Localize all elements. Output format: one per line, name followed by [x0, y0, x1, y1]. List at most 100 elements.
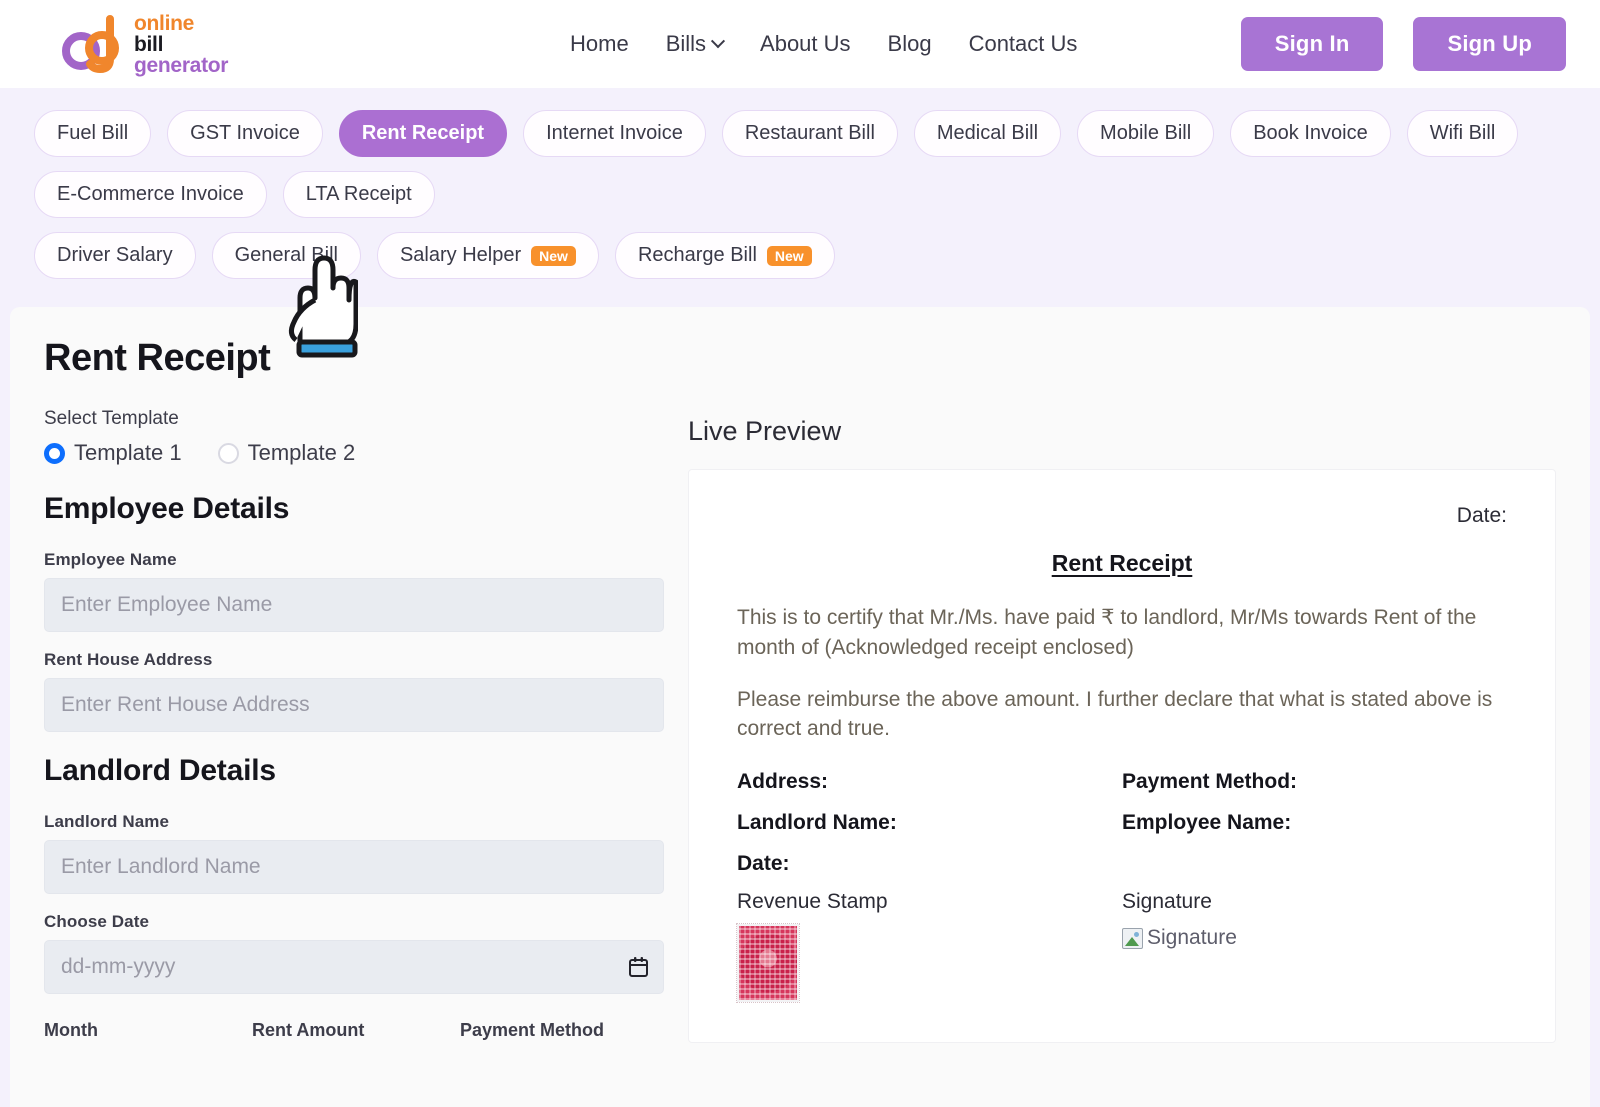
- chip-label: General Bill: [234, 244, 338, 266]
- bill-type-chip-bar: Fuel Bill GST Invoice Rent Receipt Internet…: [0, 88, 1600, 358]
- preview-document-title: Rent Receipt: [1051, 550, 1193, 576]
- landlord-name-label: Landlord Name: [44, 812, 170, 831]
- preview-column: Live Preview Date: Rent Receipt This is …: [688, 408, 1556, 1044]
- chip-label: Driver Salary: [57, 244, 173, 266]
- form-column: Select Template Template 1 Template 2 Em…: [44, 408, 664, 1043]
- nav-item-bills[interactable]: Bills: [665, 31, 726, 57]
- landlord-name-field: Landlord Name: [44, 812, 664, 894]
- preview-payment-method-label: Payment Method:: [1122, 770, 1298, 794]
- chip-label: Mobile Bill: [1100, 122, 1192, 144]
- chip-label: Restaurant Bill: [744, 122, 875, 144]
- chip-gst-invoice[interactable]: GST Invoice: [167, 110, 323, 157]
- radio-template-2[interactable]: [217, 442, 239, 464]
- sign-up-button[interactable]: Sign Up: [1413, 17, 1566, 71]
- employee-name-field: Employee Name: [44, 550, 664, 632]
- chip-label: Internet Invoice: [546, 122, 683, 144]
- sign-in-button[interactable]: Sign In: [1240, 17, 1384, 71]
- chip-lta-receipt[interactable]: LTA Receipt: [282, 171, 435, 218]
- chip-mobile-bill[interactable]: Mobile Bill: [1077, 110, 1215, 157]
- chip-e-commerce-invoice[interactable]: E-Commerce Invoice: [34, 171, 267, 218]
- preview-paragraph-2: Please reimburse the above amount. I fur…: [737, 687, 1493, 741]
- template-option-1-label: Template 1: [74, 440, 182, 465]
- landlord-details-heading: Landlord Details: [44, 754, 276, 787]
- rent-table-header: Month Rent Amount Payment Method: [44, 1020, 664, 1041]
- preview-landlord-name-label: Landlord Name:: [737, 811, 897, 835]
- new-badge: New: [766, 245, 812, 266]
- logo-text-generator: generator: [134, 53, 229, 77]
- chip-row-2: Driver Salary General Bill Salary Helper Ne…: [34, 232, 1566, 279]
- preview-detail-grid: Address: Payment Method: Landlord Name: …: [737, 770, 1507, 876]
- nav-item-blog[interactable]: Blog: [888, 31, 932, 57]
- calendar-icon[interactable]: [629, 957, 648, 977]
- employee-name-input[interactable]: [44, 578, 664, 632]
- template-radio-group: Template 1 Template 2: [44, 440, 664, 466]
- chip-general-bill[interactable]: General Bill: [211, 232, 361, 279]
- chip-rent-receipt[interactable]: Rent Receipt: [338, 110, 508, 157]
- page-title: Rent Receipt: [44, 337, 271, 379]
- signature-block: Signature Signature: [1122, 890, 1507, 1002]
- nav-item-bills-label: Bills: [665, 31, 707, 56]
- chip-salary-helper[interactable]: Salary Helper New: [376, 232, 599, 279]
- chip-label: Recharge Bill: [637, 244, 757, 266]
- logo-text-bill: bill: [134, 32, 164, 56]
- nav-item-blog-label: Blog: [887, 31, 932, 56]
- main-navigation: Home Bills About Us Blog Contact Us: [570, 31, 1077, 57]
- template-option-2[interactable]: Template 2: [217, 440, 356, 466]
- main-content-card: Rent Receipt Select Template Template 1 …: [10, 307, 1590, 1107]
- preview-signature-row: Revenue Stamp Signature Signature: [736, 890, 1507, 1004]
- chip-label: E-Commerce Invoice: [57, 183, 244, 205]
- chip-medical-bill[interactable]: Medical Bill: [913, 110, 1062, 157]
- nav-item-about-us-label: About Us: [760, 31, 851, 56]
- nav-item-contact-us[interactable]: Contact Us: [969, 31, 1078, 57]
- signature-label: Signature: [1122, 890, 1212, 914]
- live-preview-heading: Live Preview: [688, 416, 842, 446]
- chip-label: LTA Receipt: [305, 183, 412, 205]
- select-template-label: Select Template: [44, 408, 179, 429]
- new-badge: New: [531, 245, 576, 266]
- site-logo[interactable]: online bill generator: [60, 13, 360, 76]
- chip-recharge-bill[interactable]: Recharge Bill New: [614, 232, 835, 279]
- rent-house-address-label: Rent House Address: [44, 650, 213, 669]
- rent-house-address-field: Rent House Address: [44, 650, 664, 732]
- chip-driver-salary[interactable]: Driver Salary: [34, 232, 196, 279]
- chip-book-invoice[interactable]: Book Invoice: [1230, 110, 1391, 157]
- chip-label: Fuel Bill: [57, 122, 129, 144]
- chip-label: Wifi Bill: [1429, 122, 1496, 144]
- column-header-payment-method: Payment Method: [460, 1020, 605, 1040]
- preview-employee-name-label: Employee Name:: [1122, 811, 1292, 835]
- revenue-stamp-image: [736, 923, 800, 1004]
- employee-details-heading: Employee Details: [44, 492, 290, 525]
- template-option-2-label: Template 2: [247, 440, 356, 465]
- preview-address-label: Address:: [737, 770, 829, 794]
- column-header-month: Month: [44, 1020, 98, 1040]
- revenue-stamp-block: Revenue Stamp: [736, 890, 1122, 1004]
- landlord-name-input[interactable]: [44, 840, 664, 894]
- signature-broken-alt-text: Signature: [1147, 926, 1237, 950]
- nav-item-home[interactable]: Home: [570, 31, 629, 57]
- chip-internet-invoice[interactable]: Internet Invoice: [523, 110, 706, 157]
- column-header-rent-amount: Rent Amount: [252, 1020, 365, 1040]
- chip-restaurant-bill[interactable]: Restaurant Bill: [721, 110, 898, 157]
- nav-item-about-us[interactable]: About Us: [760, 31, 851, 57]
- chip-wifi-bill[interactable]: Wifi Bill: [1406, 110, 1519, 157]
- nav-item-contact-us-label: Contact Us: [968, 31, 1078, 56]
- receipt-preview-card: Date: Rent Receipt This is to certify th…: [688, 469, 1556, 1044]
- auth-buttons: Sign In Sign Up: [1240, 17, 1566, 71]
- preview-date-label: Date:: [1456, 504, 1507, 527]
- chip-label: GST Invoice: [190, 122, 300, 144]
- chevron-down-icon: [710, 34, 726, 49]
- preview-paragraph-1: This is to certify that Mr./Ms. have pai…: [737, 606, 1477, 659]
- chip-label: Medical Bill: [936, 122, 1039, 144]
- logo-text-online: online: [134, 11, 195, 35]
- logo-monogram-icon: [60, 15, 132, 74]
- preview-date-field-label: Date:: [737, 852, 790, 876]
- rent-house-address-input[interactable]: [44, 678, 664, 732]
- chip-label: Salary Helper: [399, 244, 522, 266]
- choose-date-input[interactable]: [44, 940, 664, 994]
- template-option-1[interactable]: Template 1: [44, 440, 182, 466]
- chip-label: Book Invoice: [1253, 122, 1368, 144]
- revenue-stamp-label: Revenue Stamp: [737, 890, 888, 914]
- chip-fuel-bill[interactable]: Fuel Bill: [34, 110, 152, 157]
- radio-template-1[interactable]: [44, 442, 65, 464]
- site-header: online bill generator Home Bills About U…: [0, 0, 1600, 88]
